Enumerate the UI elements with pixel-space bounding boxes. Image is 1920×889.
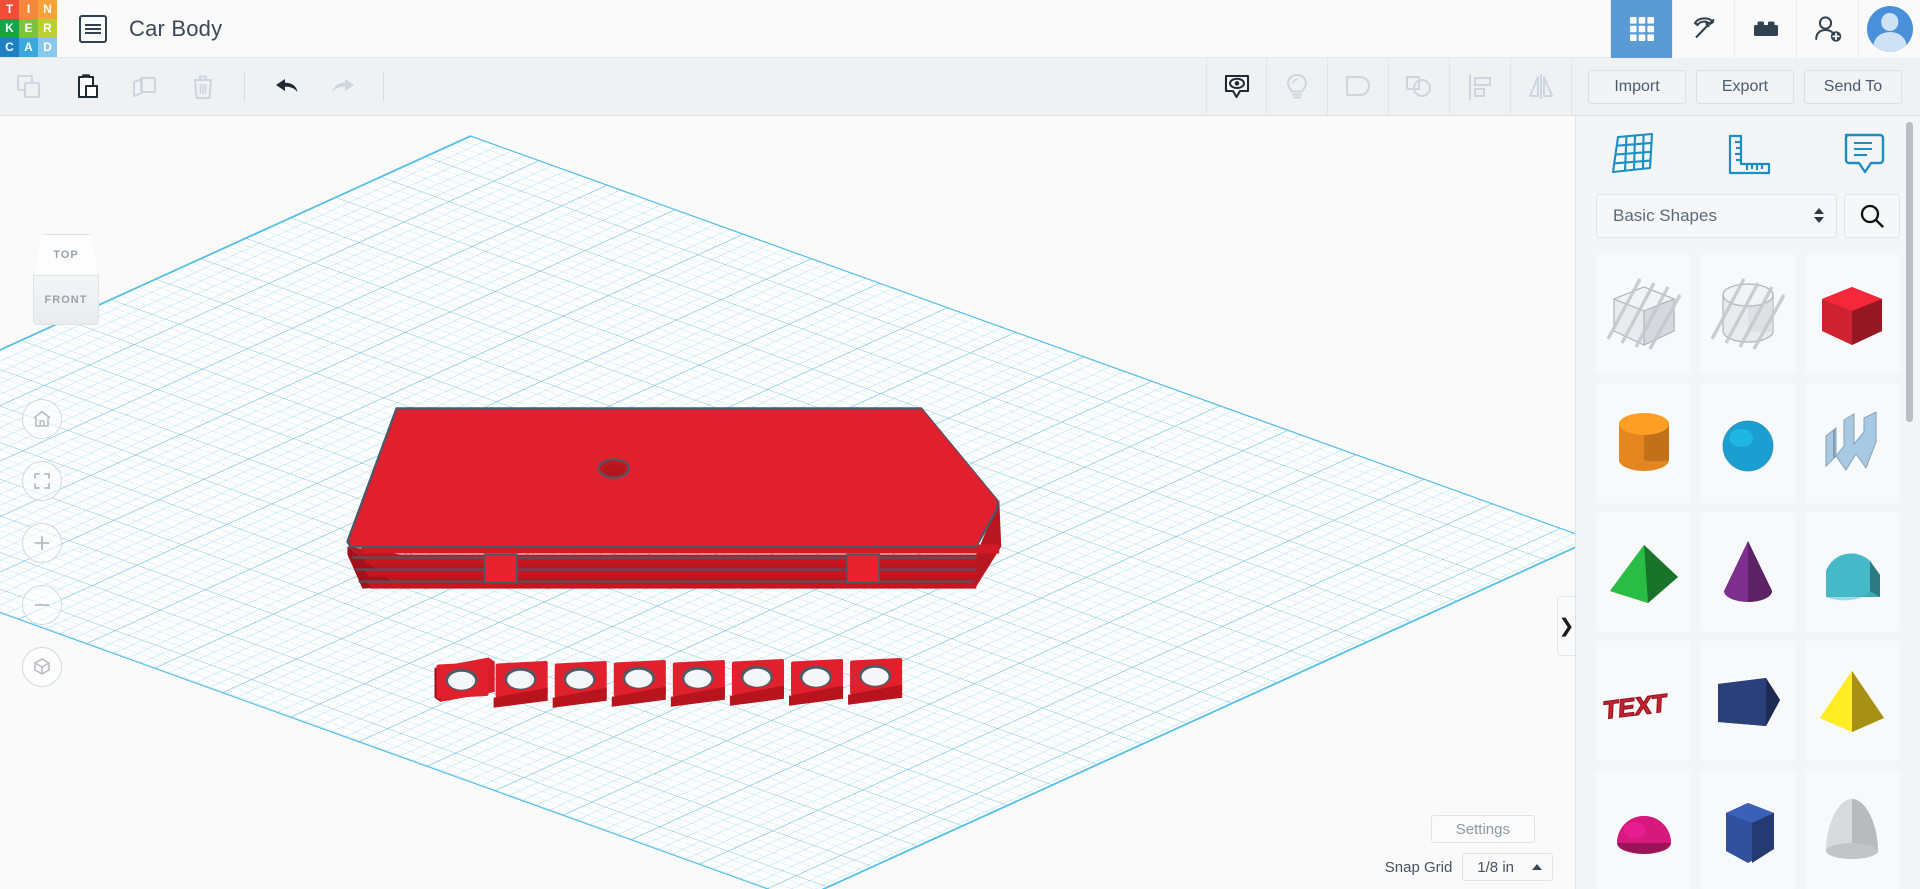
snap-grid-label: Snap Grid: [1384, 858, 1453, 876]
panel-scrollbar[interactable]: [1906, 122, 1913, 422]
cylinder-hole-shape[interactable]: [1700, 253, 1796, 374]
half-sphere-shape[interactable]: [1596, 769, 1692, 889]
ruler-tab[interactable]: [1691, 131, 1806, 179]
search-button[interactable]: [1844, 193, 1900, 238]
cylinder-shape[interactable]: [1596, 382, 1692, 503]
text-shape[interactable]: TEXT: [1596, 640, 1692, 761]
view-cube-top-face[interactable]: TOP: [33, 234, 99, 276]
view-cube-front-label: FRONT: [44, 294, 88, 306]
roof-shape[interactable]: [1596, 511, 1692, 632]
round-roof-shape[interactable]: [1804, 511, 1900, 632]
import-button[interactable]: Import: [1588, 69, 1686, 104]
3d-scene[interactable]: [0, 116, 1575, 889]
sphere-shape[interactable]: [1700, 382, 1796, 503]
perspective-toggle-button[interactable]: [22, 647, 62, 687]
box-shape[interactable]: [1804, 253, 1900, 374]
avatar[interactable]: [1858, 0, 1920, 58]
export-button[interactable]: Export: [1696, 69, 1794, 104]
logo-tile-i: I: [19, 0, 38, 19]
workspace: TOP FRONT Settings Snap Grid 1/8 in ❯ Ba…: [0, 116, 1920, 889]
shape-library-grid[interactable]: TEXT: [1576, 253, 1920, 889]
logo-tile-k: K: [0, 18, 19, 38]
header-actions: [1610, 0, 1920, 58]
search-icon: [1860, 204, 1884, 228]
logo-tile-r: R: [38, 18, 57, 38]
send-to-button[interactable]: Send To: [1804, 69, 1902, 104]
scribble-shape[interactable]: [1804, 382, 1900, 503]
shape-search-row: Basic Shapes: [1576, 193, 1920, 254]
shapes-panel: Basic Shapes TEXT: [1575, 116, 1920, 889]
pyramid-shape[interactable]: [1804, 640, 1900, 761]
view-cube-top-label: TOP: [53, 249, 79, 261]
shape-category-value: Basic Shapes: [1613, 205, 1717, 225]
home-view-button[interactable]: [22, 399, 62, 439]
chevron-updown-icon: [1814, 208, 1824, 224]
tinkercad-app: TINKERCAD Car Body Import Export Send To…: [0, 0, 1920, 889]
zoom-out-button[interactable]: [22, 585, 62, 625]
zoom-in-button[interactable]: [22, 523, 62, 563]
show-hide-icon[interactable]: [1206, 58, 1267, 115]
ungroup-icon[interactable]: [1389, 58, 1450, 115]
view-cube-front-face[interactable]: FRONT: [33, 275, 99, 325]
svg-text:TEXT: TEXT: [1602, 689, 1667, 725]
wedge-shape[interactable]: [1700, 640, 1796, 761]
snap-grid-select[interactable]: 1/8 in: [1462, 853, 1553, 881]
panel-tab-bar: [1576, 116, 1920, 194]
snap-grid-control: Snap Grid 1/8 in: [1385, 853, 1553, 881]
lightbulb-icon[interactable]: [1267, 58, 1328, 115]
settings-button[interactable]: Settings: [1430, 815, 1535, 843]
3d-viewport[interactable]: TOP FRONT Settings Snap Grid 1/8 in ❯: [0, 116, 1575, 889]
group-icon[interactable]: [1328, 58, 1389, 115]
workplane-tab[interactable]: [1576, 131, 1691, 179]
minecraft-pickaxe-icon[interactable]: [1672, 0, 1734, 58]
fit-view-button[interactable]: [22, 461, 62, 501]
logo-tile-c: C: [0, 37, 19, 57]
undo-icon[interactable]: [257, 58, 315, 115]
gallery-icon[interactable]: [1610, 0, 1672, 58]
lego-brick-icon[interactable]: [1734, 0, 1796, 58]
logo-tile-e: E: [19, 18, 38, 38]
duplicate-icon[interactable]: [116, 58, 174, 115]
caret-up-icon: [1532, 864, 1542, 870]
car-body-model: [346, 407, 1002, 589]
logo-tile-t: T: [0, 0, 19, 19]
copy-icon[interactable]: [0, 58, 58, 115]
note-tab[interactable]: [1805, 129, 1920, 181]
logo-tile-d: D: [38, 37, 57, 57]
add-person-icon[interactable]: [1796, 0, 1858, 58]
project-list-icon[interactable]: [79, 14, 107, 43]
tinkercad-logo[interactable]: TINKERCAD: [0, 0, 57, 58]
app-header: TINKERCAD Car Body: [0, 0, 1920, 58]
paraboloid-shape[interactable]: [1804, 769, 1900, 889]
edit-toolbar: Import Export Send To: [0, 58, 1920, 116]
shape-category-select[interactable]: Basic Shapes: [1596, 193, 1837, 238]
redo-icon[interactable]: [315, 58, 373, 115]
mirror-icon[interactable]: [1511, 58, 1572, 115]
view-cube[interactable]: TOP FRONT: [27, 234, 105, 326]
logo-tile-n: N: [38, 0, 57, 19]
cone-shape[interactable]: [1700, 511, 1796, 632]
box-hole-shape[interactable]: [1596, 253, 1692, 374]
view-navigation-controls: [22, 399, 62, 687]
delete-icon[interactable]: [174, 58, 232, 115]
logo-tile-a: A: [19, 37, 38, 57]
panel-collapse-button[interactable]: ❯: [1557, 596, 1575, 656]
file-actions: Import Export Send To: [1588, 58, 1920, 115]
page-title: Car Body: [129, 15, 223, 41]
paste-icon[interactable]: [58, 58, 116, 115]
hexagonal-prism-shape[interactable]: [1700, 769, 1796, 889]
snap-grid-value: 1/8 in: [1477, 858, 1514, 876]
align-icon[interactable]: [1450, 58, 1511, 115]
